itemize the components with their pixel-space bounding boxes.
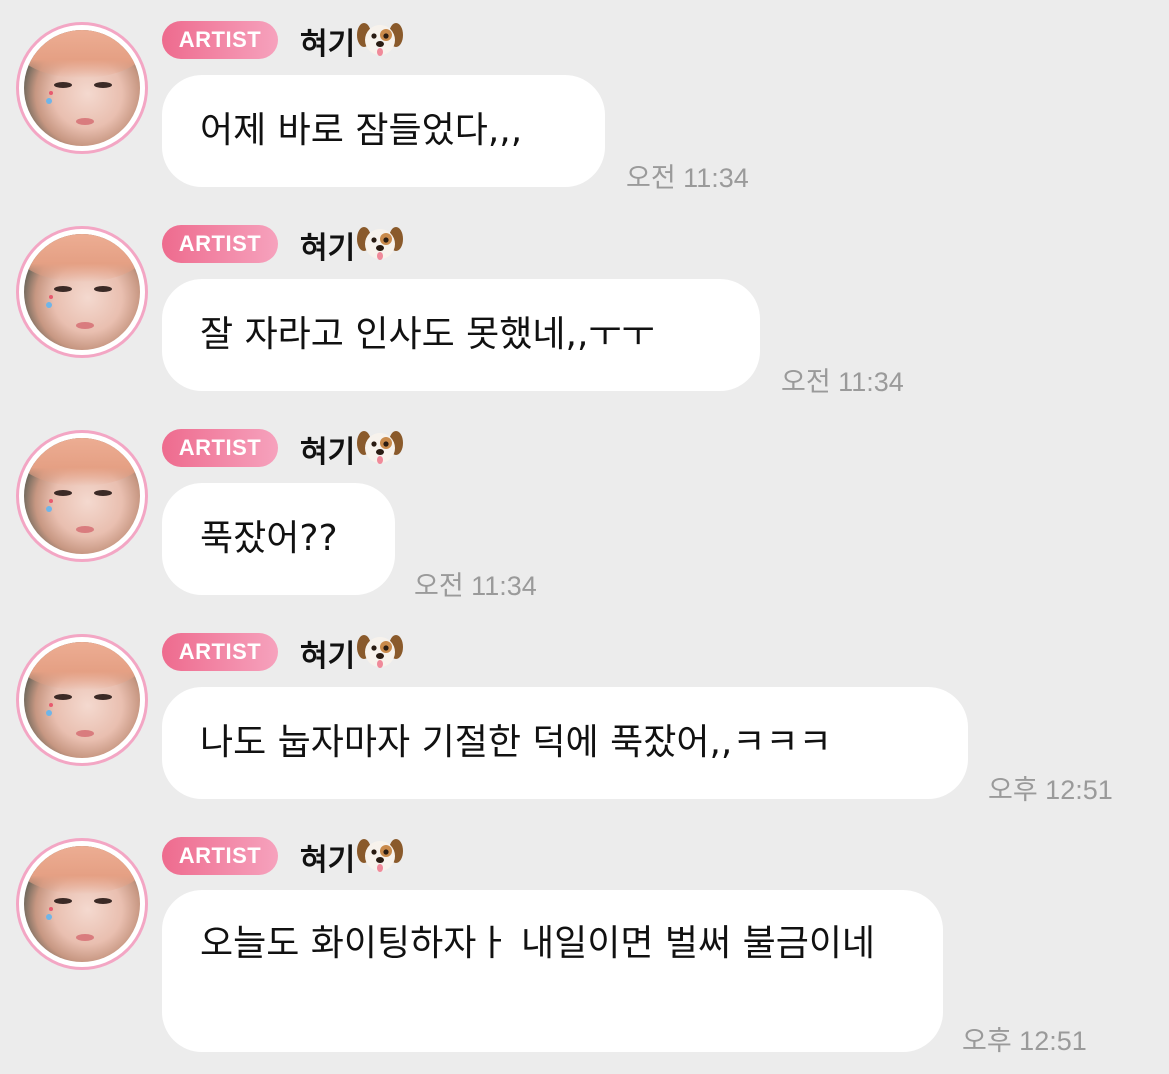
artist-badge: ARTIST xyxy=(162,429,278,467)
message-bubble[interactable]: 어제 바로 잠들었다,,, xyxy=(162,75,605,187)
sender-name: 혀기 xyxy=(300,428,404,473)
artist-badge: ARTIST xyxy=(162,21,278,59)
message-bubble[interactable]: 오늘도 화이팅하자ㅏ 내일이면 벌써 불금이네 xyxy=(162,890,943,1052)
sender-name: 혀기 xyxy=(300,836,404,881)
dog-face-icon xyxy=(357,431,404,464)
avatar-photo xyxy=(24,642,140,758)
message-bubble[interactable]: 나도 눕자마자 기절한 덕에 푹잤어,,ㅋㅋㅋ xyxy=(162,687,968,799)
sender-name-text: 혀기 xyxy=(300,231,356,266)
sender-name-text: 혀기 xyxy=(300,639,356,674)
artist-badge: ARTIST xyxy=(162,837,278,875)
avatar[interactable] xyxy=(16,838,148,970)
avatar[interactable] xyxy=(16,22,148,154)
sender-name: 혀기 xyxy=(300,632,404,677)
avatar-photo xyxy=(24,438,140,554)
avatar[interactable] xyxy=(16,634,148,766)
sender-name-text: 혀기 xyxy=(300,435,356,470)
dog-face-icon xyxy=(357,227,404,260)
dog-face-icon xyxy=(357,839,404,872)
sender-name: 혀기 xyxy=(300,224,404,269)
dog-face-icon xyxy=(357,23,404,56)
sender-name-text: 혀기 xyxy=(300,843,356,878)
avatar-photo xyxy=(24,846,140,962)
message-time: 오전 11:34 xyxy=(626,163,749,193)
avatar[interactable] xyxy=(16,430,148,562)
message-bubble[interactable]: 잘 자라고 인사도 못했네,,ㅜㅜ xyxy=(162,279,760,391)
dog-face-icon xyxy=(357,635,404,668)
artist-badge: ARTIST xyxy=(162,225,278,263)
message-time: 오전 11:34 xyxy=(414,571,537,601)
message-time: 오후 12:51 xyxy=(962,1026,1087,1056)
avatar-photo xyxy=(24,30,140,146)
avatar-photo xyxy=(24,234,140,350)
artist-badge: ARTIST xyxy=(162,633,278,671)
message-time: 오후 12:51 xyxy=(988,775,1113,805)
avatar[interactable] xyxy=(16,226,148,358)
message-bubble[interactable]: 푹잤어?? xyxy=(162,483,395,595)
sender-name-text: 혀기 xyxy=(300,27,356,62)
message-time: 오전 11:34 xyxy=(781,367,904,397)
sender-name: 혀기 xyxy=(300,20,404,65)
